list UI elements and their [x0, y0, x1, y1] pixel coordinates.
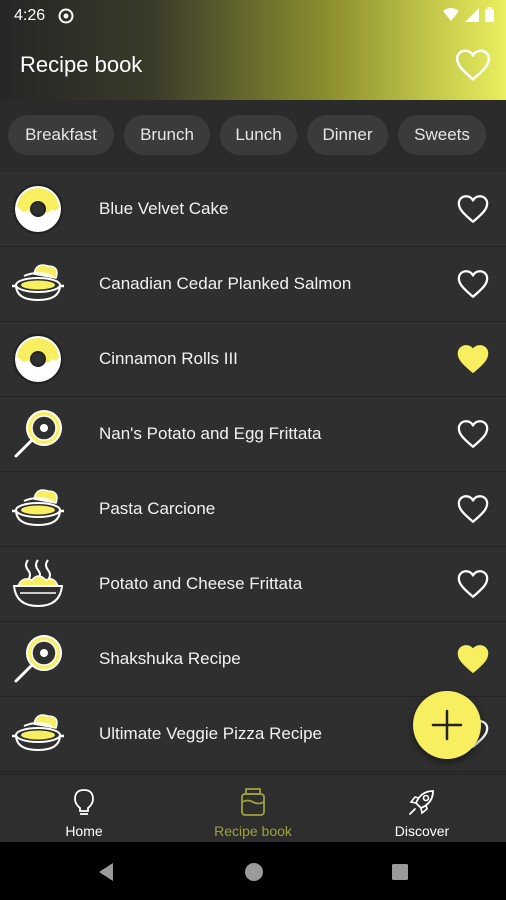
favorite-heart-filled-icon[interactable] — [456, 342, 490, 376]
status-bar: 4:26 — [0, 0, 506, 32]
wifi-icon — [443, 7, 459, 21]
casserole-icon — [12, 489, 64, 527]
recipe-row[interactable]: Canadian Cedar Planked Salmon — [0, 247, 506, 322]
recipe-jar-icon — [241, 788, 265, 816]
chip-sweets[interactable]: Sweets — [398, 115, 486, 155]
recipe-row[interactable]: Pasta Carcione — [0, 472, 506, 547]
nav-discover-label: Discover — [394, 823, 450, 839]
recipe-row[interactable]: Cinnamon Rolls III — [0, 322, 506, 397]
casserole-icon — [12, 714, 64, 752]
hot-bowl-icon — [12, 559, 64, 608]
nav-recipe-book[interactable]: Recipe book — [169, 775, 337, 843]
recipe-name: Canadian Cedar Planked Salmon — [99, 274, 352, 293]
home-circle-icon[interactable] — [244, 862, 264, 882]
nav-home-label: Home — [65, 823, 103, 839]
chip-lunch[interactable]: Lunch — [220, 115, 297, 155]
nav-home[interactable]: Home — [0, 775, 168, 843]
recipe-row[interactable]: Blue Velvet Cake — [0, 172, 506, 247]
status-time: 4:26 — [14, 7, 46, 24]
cellular-signal-icon — [465, 7, 479, 22]
donut-icon — [13, 334, 63, 384]
recipe-row[interactable]: Nan's Potato and Egg Frittata — [0, 397, 506, 472]
recipe-row[interactable]: Shakshuka Recipe — [0, 622, 506, 697]
recents-square-icon[interactable] — [391, 863, 409, 881]
back-icon[interactable] — [97, 862, 115, 882]
add-recipe-button[interactable] — [413, 691, 481, 759]
casserole-icon — [12, 264, 64, 302]
recipe-name: Potato and Cheese Frittata — [99, 574, 303, 593]
recipe-list: Blue Velvet Cake Canadian Cedar Planked … — [0, 172, 506, 772]
bottom-navigation: Home Recipe book Discover — [0, 774, 506, 842]
frying-pan-egg-icon — [14, 410, 62, 458]
favorite-heart-icon[interactable] — [456, 417, 490, 451]
recipe-name: Nan's Potato and Egg Frittata — [99, 424, 322, 443]
app-header: 4:26 Recipe book — [0, 0, 506, 100]
battery-icon — [485, 7, 494, 22]
favorite-heart-icon[interactable] — [456, 192, 490, 226]
favorite-heart-icon[interactable] — [456, 567, 490, 601]
recipe-name: Blue Velvet Cake — [99, 199, 229, 218]
nav-recipe-book-label: Recipe book — [214, 823, 292, 839]
nav-discover[interactable]: Discover — [338, 775, 506, 843]
do-not-disturb-icon — [58, 8, 74, 24]
favorite-heart-icon[interactable] — [456, 492, 490, 526]
recipe-name: Shakshuka Recipe — [99, 649, 241, 668]
frying-pan-egg-icon — [14, 635, 62, 683]
system-navigation-bar — [0, 842, 506, 900]
chip-dinner[interactable]: Dinner — [307, 115, 388, 155]
plus-icon — [431, 709, 463, 741]
recipe-name: Cinnamon Rolls III — [99, 349, 238, 368]
page-title: Recipe book — [20, 52, 143, 77]
recipe-name: Ultimate Veggie Pizza Recipe — [99, 724, 323, 743]
rocket-icon — [409, 790, 434, 815]
recipe-name: Pasta Carcione — [99, 499, 216, 518]
chip-breakfast[interactable]: Breakfast — [8, 115, 114, 155]
favorites-heart-icon[interactable] — [454, 46, 492, 84]
chip-brunch[interactable]: Brunch — [124, 115, 210, 155]
favorite-heart-icon[interactable] — [456, 267, 490, 301]
lightbulb-icon — [74, 789, 94, 815]
category-chips: Breakfast Brunch Lunch Dinner Sweets — [0, 100, 506, 170]
recipe-row[interactable]: Potato and Cheese Frittata — [0, 547, 506, 622]
favorite-heart-filled-icon[interactable] — [456, 642, 490, 676]
donut-icon — [13, 184, 63, 234]
